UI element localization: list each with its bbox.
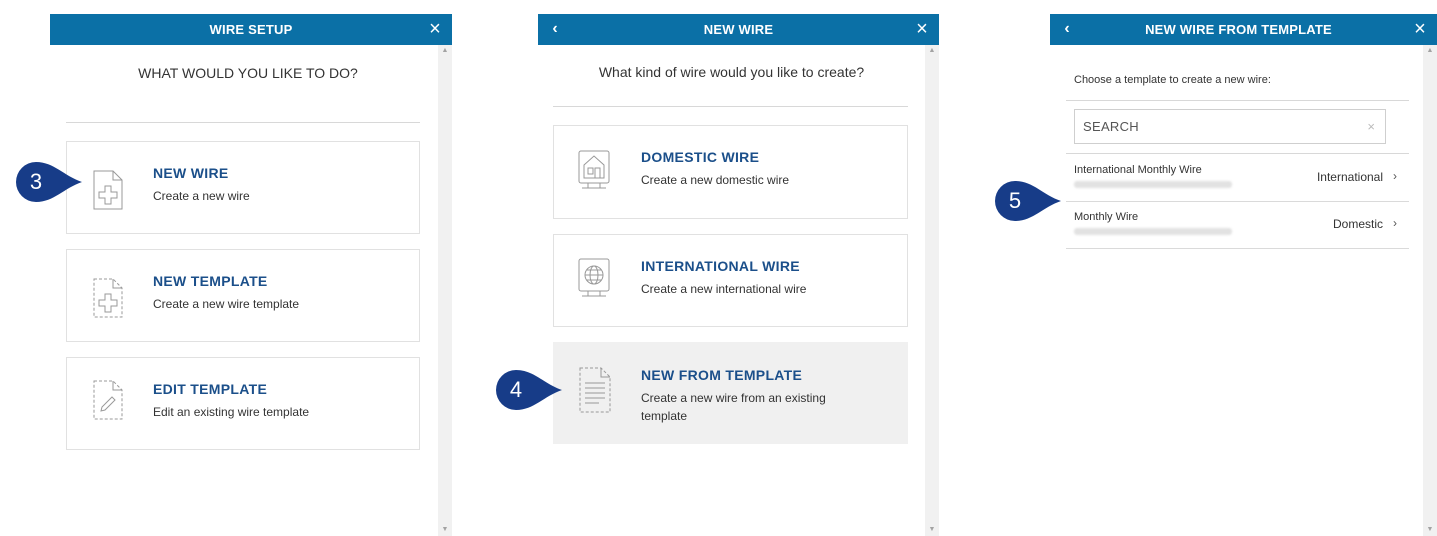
template-name: International Monthly Wire [1074, 164, 1202, 176]
wire-setup-panel: WIRE SETUP × ▲ ▼ WHAT WOULD YOU LIKE TO … [50, 0, 452, 536]
scrollbar[interactable]: ▲ ▼ [1423, 45, 1437, 536]
panel-header: WIRE SETUP × [50, 14, 452, 45]
template-type: Domestic [1332, 217, 1383, 231]
template-name: Monthly Wire [1074, 211, 1139, 223]
template-hint: Choose a template to create a new wire: [1074, 74, 1271, 86]
domestic-wire-option[interactable]: DOMESTIC WIRE Create a new domestic wire [553, 125, 908, 219]
template-search-input[interactable]: SEARCH × [1074, 109, 1386, 144]
divider [66, 122, 420, 123]
domestic-building-icon [578, 150, 610, 189]
divider [1066, 100, 1409, 101]
template-row-international-monthly[interactable]: International Monthly Wire International… [1066, 154, 1409, 202]
scroll-up-icon[interactable]: ▲ [925, 46, 939, 56]
option-desc: Create a new wire template [153, 297, 300, 311]
option-title: NEW FROM TEMPLATE [641, 367, 803, 383]
marker-number: 5 [1008, 188, 1022, 213]
scroll-down-icon[interactable]: ▼ [438, 525, 452, 535]
close-icon[interactable]: × [424, 14, 446, 45]
new-wire-option[interactable]: NEW WIRE Create a new wire [66, 141, 420, 234]
option-desc: Create a new domestic wire [641, 173, 790, 187]
option-title: DOMESTIC WIRE [641, 149, 760, 165]
new-template-icon [93, 278, 123, 318]
option-desc: Create a new wire [153, 189, 250, 203]
template-document-icon [579, 367, 611, 413]
redacted-detail [1074, 181, 1232, 188]
template-type: International [1316, 170, 1383, 184]
search-placeholder: SEARCH [1083, 119, 1139, 134]
option-title: INTERNATIONAL WIRE [641, 258, 800, 274]
panel-header: ‹ NEW WIRE × [538, 14, 939, 45]
scroll-up-icon[interactable]: ▲ [1423, 46, 1437, 56]
new-from-template-option[interactable]: NEW FROM TEMPLATE Create a new wire from… [553, 342, 908, 444]
template-row-monthly[interactable]: Monthly Wire Domestic › [1066, 201, 1409, 249]
setup-question: WHAT WOULD YOU LIKE TO DO? [138, 65, 358, 81]
new-wire-panel: ‹ NEW WIRE × ▲ ▼ What kind of wire would… [538, 0, 939, 536]
close-icon[interactable]: × [1409, 14, 1431, 45]
international-wire-option[interactable]: INTERNATIONAL WIRE Create a new internat… [553, 234, 908, 327]
redacted-detail [1074, 228, 1232, 235]
new-wire-from-template-panel: ‹ NEW WIRE FROM TEMPLATE × ▲ ▼ Choose a … [1050, 0, 1437, 536]
divider [553, 106, 908, 107]
scrollbar[interactable]: ▲ ▼ [438, 45, 452, 536]
option-desc: Edit an existing wire template [153, 405, 310, 419]
panel-header: ‹ NEW WIRE FROM TEMPLATE × [1050, 14, 1437, 45]
option-title: EDIT TEMPLATE [153, 381, 268, 397]
new-file-icon [93, 170, 123, 210]
edit-template-option[interactable]: EDIT TEMPLATE Edit an existing wire temp… [66, 357, 420, 450]
scrollbar[interactable]: ▲ ▼ [925, 45, 939, 536]
option-desc-line2: template [641, 409, 688, 423]
wire-type-question: What kind of wire would you like to crea… [598, 64, 865, 80]
globe-icon [578, 258, 610, 297]
edit-template-icon [93, 380, 123, 420]
chevron-right-icon: › [1393, 169, 1397, 183]
option-title: NEW TEMPLATE [153, 273, 268, 289]
panel-title: NEW WIRE [703, 22, 774, 37]
step-marker-5: 5 [995, 181, 1063, 221]
marker-number: 4 [509, 377, 523, 402]
new-template-option[interactable]: NEW TEMPLATE Create a new wire template [66, 249, 420, 342]
step-marker-3: 3 [16, 162, 84, 202]
option-desc-line1: Create a new wire from an existing [641, 391, 826, 405]
option-title: NEW WIRE [153, 165, 229, 181]
marker-number: 3 [29, 169, 43, 194]
chevron-right-icon: › [1393, 216, 1397, 230]
close-icon[interactable]: × [911, 14, 933, 45]
scroll-up-icon[interactable]: ▲ [438, 46, 452, 56]
panel-title: NEW WIRE FROM TEMPLATE [1145, 22, 1332, 37]
step-marker-4: 4 [496, 370, 564, 410]
panel-title: WIRE SETUP [209, 22, 293, 37]
clear-search-icon[interactable]: × [1367, 110, 1375, 144]
scroll-down-icon[interactable]: ▼ [925, 525, 939, 535]
scroll-down-icon[interactable]: ▼ [1423, 525, 1437, 535]
option-desc: Create a new international wire [641, 282, 807, 296]
